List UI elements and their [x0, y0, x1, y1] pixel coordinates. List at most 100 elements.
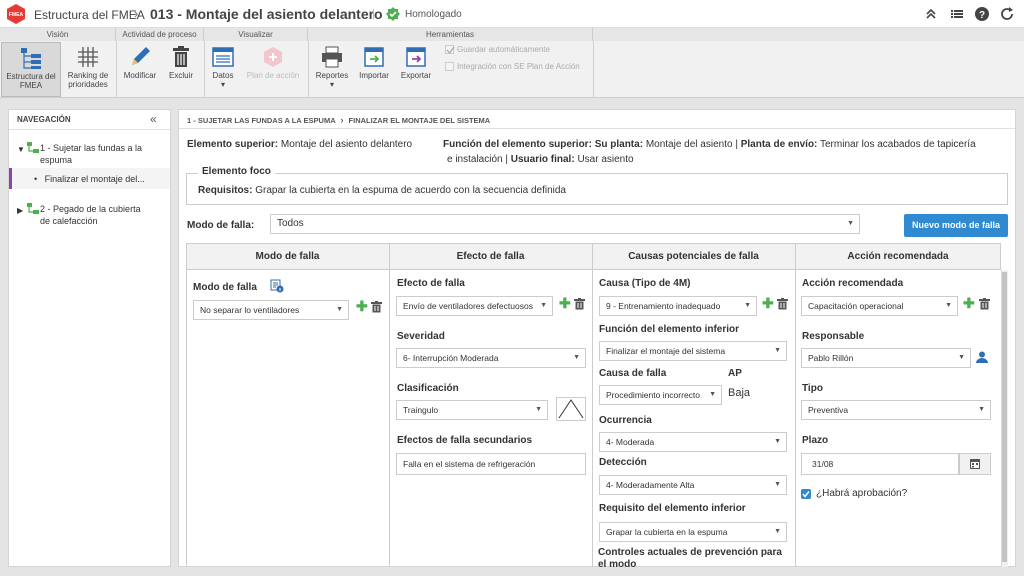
collapse-up-icon[interactable]: [923, 6, 939, 22]
integracion-plan-accion-checkbox[interactable]: Integración con SE Plan de Acción: [445, 62, 580, 72]
chevron-down-icon: ▼: [958, 354, 965, 361]
ribbon-separator: [204, 41, 205, 97]
nav-item-pegado-cubierta[interactable]: 2 - Pegado de la cubierta de calefacción: [40, 203, 165, 227]
divider: [9, 129, 170, 130]
deteccion-select[interactable]: 4- Moderadamente Alta ▼: [599, 475, 787, 495]
grid-icon: [78, 47, 98, 67]
tipo-label: Tipo: [802, 383, 823, 394]
clasificacion-select[interactable]: Traingulo ▼: [396, 400, 548, 420]
chevron-down-icon: ▼: [744, 302, 751, 309]
expanded-arrow-icon[interactable]: ▼: [17, 145, 25, 154]
delete-causa-icon[interactable]: [777, 298, 788, 313]
list-icon[interactable]: [949, 6, 965, 22]
svg-text:?: ?: [979, 10, 985, 21]
clasificacion-label: Clasificación: [397, 383, 459, 394]
add-efecto-icon[interactable]: ✚: [559, 295, 571, 312]
efectos-secundarios-input[interactable]: Falla en el sistema de refrigeración: [396, 453, 586, 475]
funcion-elemento-superior-line2: e instalación | Usuario final: Usar asie…: [447, 154, 634, 165]
nav-item-sujetar-fundas[interactable]: 1 - Sujetar las fundas a la espuma: [40, 142, 165, 166]
modificar-button[interactable]: Modificar: [120, 42, 160, 97]
checkbox-checked-icon: [445, 45, 455, 55]
ribbon-separator: [593, 41, 594, 97]
excluir-button[interactable]: Excluir: [163, 42, 199, 97]
info-list-icon[interactable]: [270, 279, 284, 296]
plazo-date-input[interactable]: 31/08: [801, 453, 959, 475]
tree-structure-icon: [21, 48, 41, 69]
plazo-label: Plazo: [802, 435, 829, 446]
svg-text:FMEA: FMEA: [9, 12, 24, 18]
ribbon-group-visualizar: Visualizar: [204, 28, 308, 41]
tipo-select[interactable]: Preventiva ▼: [801, 400, 991, 420]
delete-efecto-icon[interactable]: [574, 298, 585, 313]
chevron-down-icon: ▼: [336, 306, 343, 313]
add-causa-icon[interactable]: ✚: [762, 295, 774, 312]
causa-falla-select[interactable]: Procedimiento incorrecto ▼: [599, 385, 722, 405]
efectos-secundarios-label: Efectos de falla secundarios: [397, 435, 533, 446]
nav-item-finalizar-montaje[interactable]: • Finalizar el montaje del...: [34, 173, 145, 185]
data-table-icon: [212, 47, 234, 67]
fmea-logo-icon: FMEA: [5, 3, 27, 25]
elemento-foco-title: Elemento foco: [198, 166, 275, 177]
modo-falla-filter-label: Modo de falla:: [187, 220, 255, 231]
column-header-causas: Causas potenciales de falla: [628, 251, 759, 262]
collapsed-arrow-icon[interactable]: ▶: [17, 206, 23, 215]
requisito-elemento-inferior-select[interactable]: Grapar la cubierta en la espuma ▼: [599, 522, 787, 542]
calendar-button[interactable]: [959, 453, 991, 475]
ocurrencia-select[interactable]: 4- Moderada ▼: [599, 432, 787, 452]
aprobacion-checkbox[interactable]: [801, 489, 811, 499]
printer-icon: [322, 46, 342, 68]
severidad-select[interactable]: 6- Interrupción Moderada ▼: [396, 348, 586, 368]
funcion-elemento-inferior-label: Función del elemento inferior: [599, 324, 740, 335]
grid-border: [795, 243, 796, 567]
causa-tipo-4m-select[interactable]: 9 - Entrenamiento inadequado ▼: [599, 296, 757, 316]
help-icon[interactable]: ?: [974, 6, 990, 22]
efecto-falla-label: Efecto de falla: [397, 278, 465, 289]
column-header-accion: Acción recomendada: [847, 251, 949, 262]
datos-dropdown-button[interactable]: Datos ▾: [208, 42, 238, 97]
app-title-link[interactable]: Estructura del FMEA: [34, 8, 145, 22]
ranking-prioridades-button[interactable]: Ranking de prioridades: [62, 42, 114, 97]
add-accion-icon[interactable]: ✚: [963, 295, 975, 312]
reportes-dropdown-button[interactable]: Reportes ▾: [312, 42, 352, 97]
chevron-down-icon: ▼: [709, 391, 716, 398]
navigation-title: NAVEGACIÓN: [17, 115, 71, 124]
clasificacion-triangle-icon: [556, 397, 586, 421]
status-badge: Homologado: [405, 9, 462, 20]
funcion-elemento-inferior-select[interactable]: Finalizar el montaje del sistema ▼: [599, 341, 787, 361]
ribbon-separator: [116, 41, 117, 97]
funcion-elemento-superior: Función del elemento superior: Su planta…: [443, 139, 976, 150]
user-icon[interactable]: [976, 351, 988, 366]
accion-recomendada-select[interactable]: Capacitación operacional ▼: [801, 296, 958, 316]
breadcrumb-separator: ›: [134, 6, 139, 21]
chevron-down-icon: ▼: [774, 481, 781, 488]
ribbon-group-empty: [593, 28, 1024, 41]
refresh-icon[interactable]: [999, 6, 1015, 22]
delete-accion-icon[interactable]: [979, 298, 990, 313]
plan-accion-button[interactable]: Plan de acción: [243, 42, 303, 97]
requisitos: Requisitos: Grapar la cubierta en la esp…: [198, 185, 566, 196]
responsable-select[interactable]: Pablo Rillón ▼: [801, 348, 971, 368]
collapse-panel-icon[interactable]: «: [150, 112, 157, 126]
delete-modo-falla-icon[interactable]: [371, 301, 382, 316]
grid-scrollbar-thumb[interactable]: [1002, 272, 1007, 562]
modo-falla-filter-select[interactable]: Todos ▼: [270, 214, 860, 234]
aprobacion-label: ¿Habrá aprobación?: [816, 488, 908, 499]
requisito-elemento-inferior-label: Requisito del elemento inferior: [599, 503, 746, 514]
nuevo-modo-falla-button[interactable]: Nuevo modo de falla: [904, 214, 1008, 237]
ribbon-group-actividad: Actividad de proceso: [116, 28, 204, 41]
add-modo-falla-icon[interactable]: ✚: [356, 298, 368, 315]
chevron-down-icon: ▼: [774, 528, 781, 535]
approved-badge-icon: [386, 7, 400, 21]
severidad-label: Severidad: [397, 331, 445, 342]
divider: [179, 128, 1015, 129]
controles-prevencion-label: Controles actuales de prevención para el…: [598, 547, 782, 567]
ap-value: Baja: [728, 387, 751, 399]
guardar-automaticamente-checkbox[interactable]: Guardar automáticamente: [445, 45, 550, 55]
estructura-fmea-button[interactable]: Estructura del FMEA: [1, 42, 61, 97]
chevron-down-icon: ▼: [774, 438, 781, 445]
modo-falla-select[interactable]: No separar lo ventiladores ▼: [193, 300, 349, 320]
column-header-modo-falla: Modo de falla: [255, 251, 320, 262]
exportar-button[interactable]: Exportar: [396, 42, 436, 97]
efecto-falla-select[interactable]: Envío de ventiladores defectuosos ▼: [396, 296, 553, 316]
importar-button[interactable]: Importar: [355, 42, 393, 97]
